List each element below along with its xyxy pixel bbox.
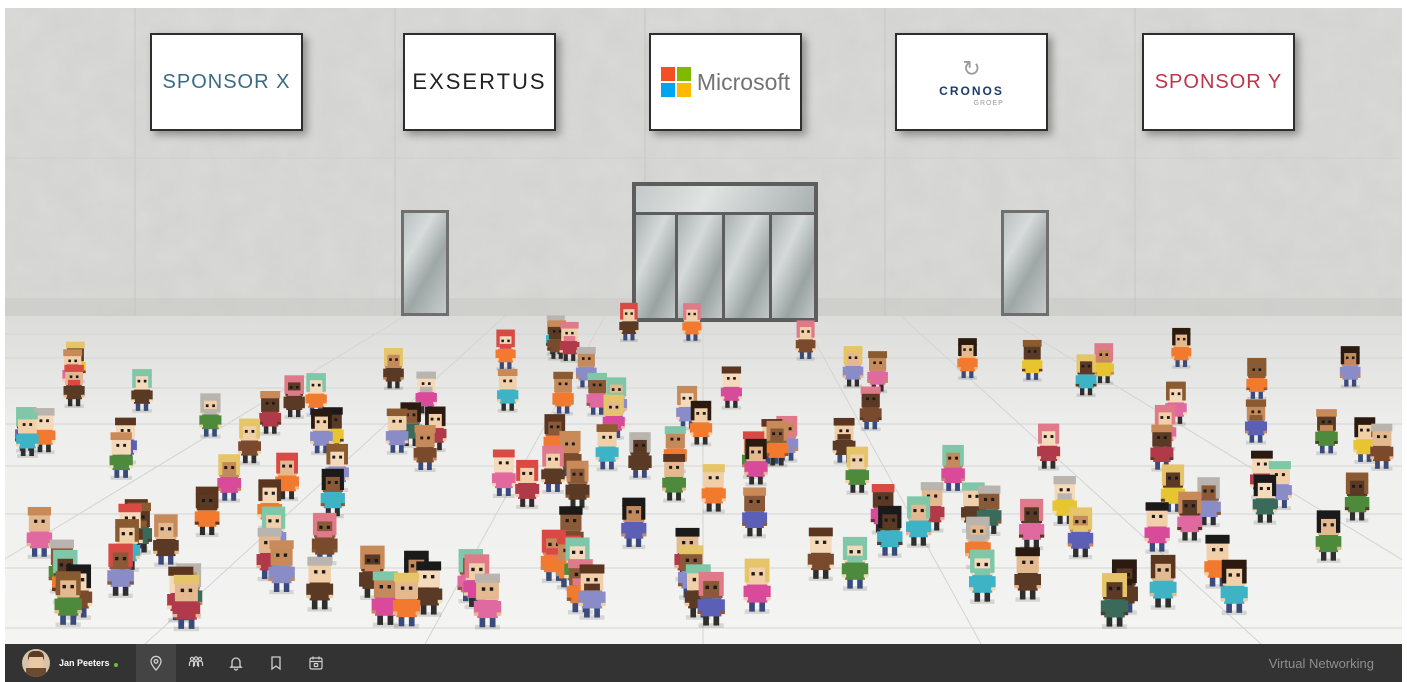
attendee-avatar[interactable] [63,364,85,408]
attendee-avatar[interactable] [1075,354,1097,397]
attendee-avatar[interactable] [845,446,870,495]
attendee-avatar[interactable] [1177,491,1203,543]
attendee-avatar[interactable] [1246,357,1268,401]
attendee-avatar[interactable] [131,369,153,413]
attendee-avatar[interactable] [744,438,768,487]
user-name[interactable]: Jan Peeters [59,658,110,668]
bookmark-icon[interactable] [256,644,296,682]
attendee-avatar[interactable] [199,393,222,439]
event-screen: SPONSOR X EXSERTUS Microsoft ↻ CRONOS GR… [0,0,1407,682]
app-title: Virtual Networking [1268,656,1374,671]
attendee-avatar[interactable] [153,514,179,567]
online-status-indicator [113,662,118,667]
attendee-avatar[interactable] [877,505,903,558]
attendee-avatar[interactable] [392,572,421,629]
attendee-avatar[interactable] [238,418,261,466]
bell-icon[interactable] [216,644,256,682]
attendee-avatar[interactable] [682,303,702,343]
attendee-avatar[interactable] [1037,423,1061,471]
attendee-avatar[interactable] [742,487,768,539]
attendee-avatar[interactable] [1339,346,1361,389]
attendee-avatar[interactable] [1171,327,1192,369]
attendee-avatar[interactable] [172,574,201,632]
attendee-avatar[interactable] [689,400,713,447]
attendee-avatar[interactable] [1344,472,1370,523]
attendee-avatar[interactable] [1067,507,1094,560]
attendee-avatar[interactable] [595,424,619,472]
attendee-avatar[interactable] [1315,510,1342,563]
attendee-avatar[interactable] [565,460,590,510]
attendee-avatar[interactable] [968,549,996,604]
attendee-avatar[interactable] [1244,399,1268,445]
attendee-avatar[interactable] [26,506,53,559]
attendee-avatar[interactable] [1252,474,1278,525]
attendee-avatar[interactable] [259,391,282,436]
attendee-avatar[interactable] [628,432,652,480]
attendee-avatar[interactable] [1093,343,1114,385]
attendee-avatar[interactable] [906,496,932,548]
attendee-avatar[interactable] [841,536,869,591]
attendee-avatar[interactable] [541,445,565,494]
attendee-avatar[interactable] [1014,547,1042,602]
bottom-taskbar: Jan Peeters Virtual Networking [5,644,1402,682]
attendee-avatar[interactable] [383,347,404,391]
attendee-avatar[interactable] [957,338,978,380]
attendee-avatar[interactable] [515,459,540,509]
attendee-avatar[interactable] [552,371,574,416]
attendee-avatar[interactable] [491,449,516,498]
attendee-avatar[interactable] [473,573,502,630]
calendar-icon[interactable] [296,644,336,682]
attendee-avatar[interactable] [662,453,686,503]
attendee-avatar[interactable] [1144,502,1170,554]
attendee-avatar[interactable] [320,468,345,519]
attendee-avatar[interactable] [107,543,134,598]
attendee-avatar[interactable] [306,556,334,612]
attendee-avatar[interactable] [497,368,519,413]
people-icon[interactable] [176,644,216,682]
attendee-avatar[interactable] [1019,498,1045,551]
attendee-avatar[interactable] [1149,554,1177,610]
attendee-avatar[interactable] [268,540,295,595]
attendee-avatar[interactable] [619,302,639,342]
attendee-crowd [15,302,1394,632]
attendee-avatar[interactable] [194,486,220,538]
attendee-avatar[interactable] [743,558,771,614]
attendee-avatar[interactable] [1315,409,1338,456]
attendee-avatar[interactable] [109,432,133,480]
user-avatar[interactable] [22,649,50,677]
attendee-avatar[interactable] [859,386,882,432]
attendee-avatar[interactable] [795,320,816,361]
attendee-avatar[interactable] [495,329,516,371]
location-pin-icon[interactable] [135,644,176,682]
attendee-avatar[interactable] [720,366,742,410]
attendee-avatar[interactable] [621,497,647,550]
attendee-avatar[interactable] [413,424,437,472]
attendee-avatar[interactable] [941,444,965,493]
attendee-avatar[interactable] [283,375,305,419]
attendee-avatar[interactable] [217,454,242,503]
attendee-avatar[interactable] [807,527,834,581]
attendee-avatar[interactable] [1100,573,1129,629]
virtual-lobby-scene: SPONSOR X EXSERTUS Microsoft ↻ CRONOS GR… [5,8,1402,644]
attendee-avatar[interactable] [1220,559,1248,616]
attendee-avatar[interactable] [842,346,864,389]
attendee-avatar[interactable] [701,464,726,514]
attendee-avatar[interactable] [1021,339,1043,382]
